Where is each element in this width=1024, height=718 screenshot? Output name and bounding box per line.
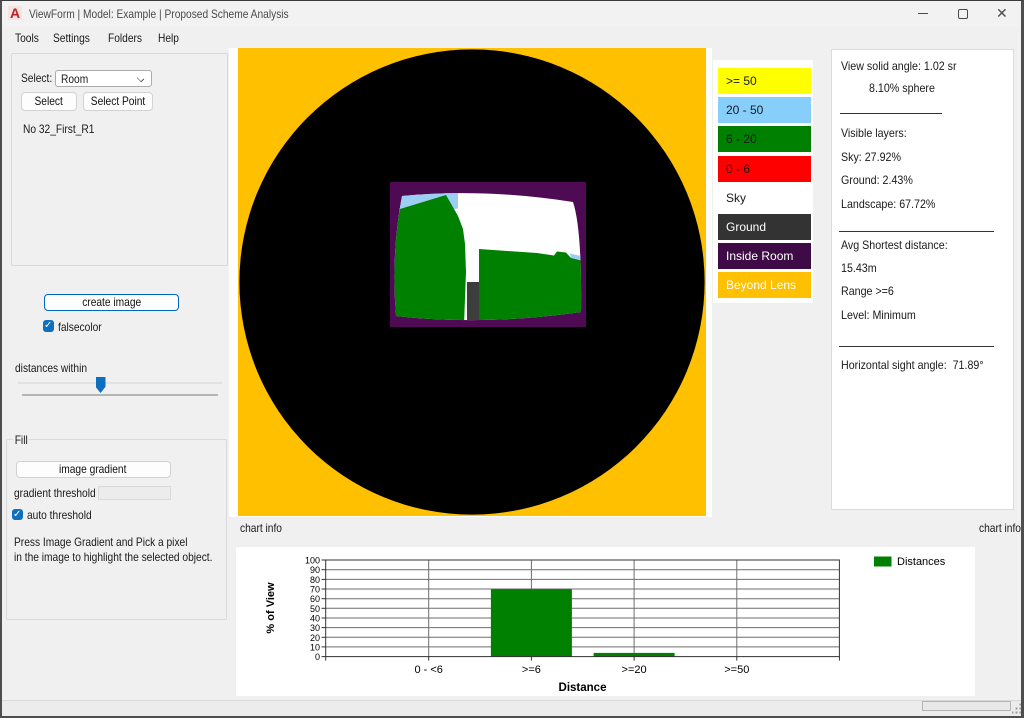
svg-text:30: 30	[310, 623, 320, 633]
svg-text:60: 60	[310, 594, 320, 604]
svg-text:40: 40	[310, 614, 320, 624]
svg-text:90: 90	[310, 565, 320, 575]
svg-text:Distance: Distance	[559, 682, 607, 694]
svg-text:100: 100	[305, 556, 320, 566]
svg-text:>=50: >=50	[724, 664, 749, 676]
svg-text:>=6: >=6	[522, 664, 541, 676]
svg-text:% of View: % of View	[265, 582, 277, 634]
svg-text:50: 50	[310, 604, 320, 614]
svg-text:10: 10	[310, 642, 320, 652]
svg-text:80: 80	[310, 575, 320, 585]
svg-text:>=20: >=20	[622, 664, 647, 676]
svg-text:Distances: Distances	[897, 556, 946, 568]
svg-text:0 - <6: 0 - <6	[414, 664, 442, 676]
svg-text:20: 20	[310, 633, 320, 643]
svg-text:0: 0	[315, 652, 320, 662]
svg-text:70: 70	[310, 585, 320, 595]
